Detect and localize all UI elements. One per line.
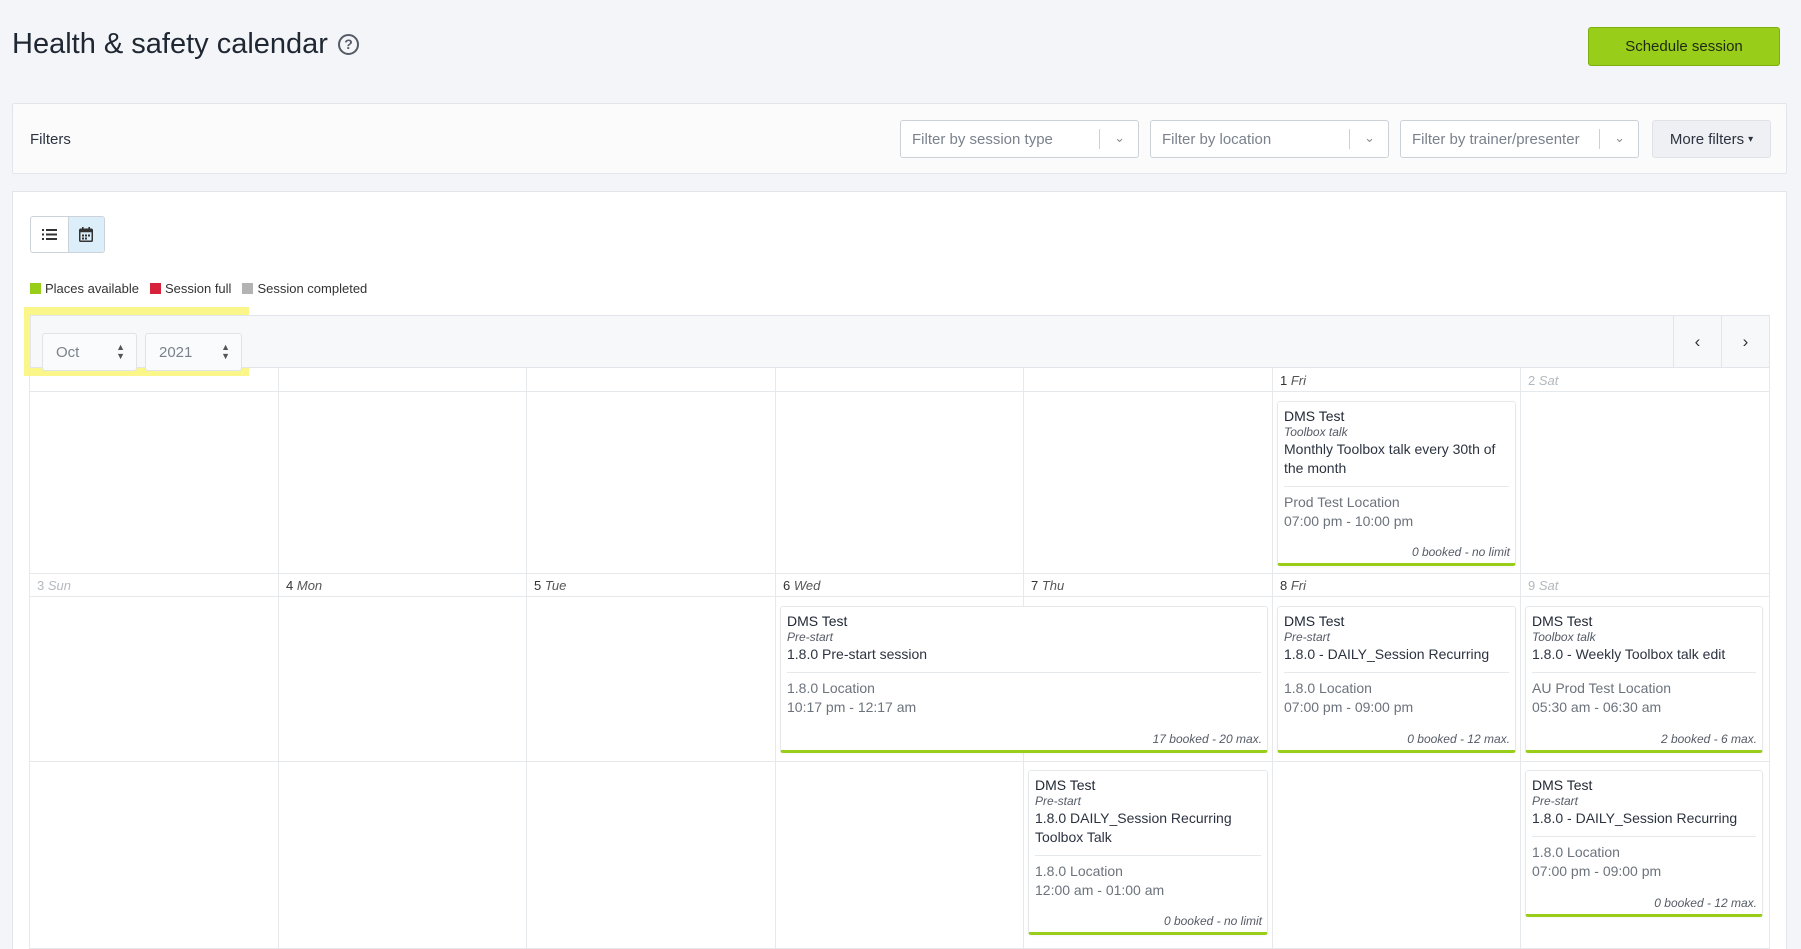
day-label-6[interactable]: 6 Wed [783,578,820,593]
month-select-value: Oct [56,343,80,361]
sort-arrows-icon: ▲ ▼ [221,342,230,361]
calendar-view-button[interactable] [67,217,104,252]
chevron-right-icon: › [1742,331,1749,351]
view-toggle [30,216,105,253]
day-label-8[interactable]: 8 Fri [1280,578,1306,593]
day-label-7[interactable]: 7 Thu [1031,578,1064,593]
trainer-filter-placeholder: Filter by trainer/presenter [1412,130,1580,148]
day-label-5[interactable]: 5 Tue [534,578,566,593]
session-name: 1.8.0 - DAILY_Session Recurring [1532,810,1738,826]
chevron-down-icon: ⌄ [1614,130,1625,145]
legend-session-completed: Session completed [242,281,367,296]
session-card[interactable]: DMS Test Toolbox talk 1.8.0 - Weekly Too… [1525,606,1763,753]
list-view-button[interactable] [31,217,68,252]
session-type: Pre-start [1532,794,1579,808]
sort-arrows-icon: ▲ ▼ [116,342,125,361]
session-time: 10:17 pm - 12:17 am [787,699,917,715]
legend-places-available: Places available [30,281,139,296]
prev-month-button[interactable]: ‹ [1673,316,1721,367]
month-select[interactable]: Oct ▲ ▼ [42,333,137,371]
session-name: Monthly Toolbox talk every 30th of the m… [1284,441,1496,476]
legend-swatch [242,283,254,294]
session-type-filter[interactable]: Filter by session type ⌄ [900,120,1139,158]
legend-swatch [149,283,161,294]
legend-session-full: Session full [149,281,231,296]
session-card[interactable]: DMS Test Pre-start 1.8.0 Pre-start sessi… [780,606,1268,753]
session-time: 07:00 pm - 09:00 pm [1532,863,1662,879]
session-booked: 17 booked - 20 max. [1152,732,1262,746]
session-type: Pre-start [787,630,834,644]
session-organisation: DMS Test [1035,777,1096,793]
session-name: 1.8.0 - Weekly Toolbox talk edit [1532,646,1726,662]
session-time: 12:00 am - 01:00 am [1035,882,1165,898]
session-location: 1.8.0 Location [1035,863,1123,879]
session-type: Toolbox talk [1532,630,1596,644]
day-label-2[interactable]: 2 Sat [1528,373,1558,388]
calendar-toolbar: Oct ▲ ▼ 2021 ▲ ▼ ‹ › [30,315,1770,371]
page-title-text: Health & safety calendar [12,28,328,60]
calendar-icon [79,227,94,242]
more-filters-button[interactable]: More filters ▾ [1652,120,1771,158]
session-location: 1.8.0 Location [1284,680,1372,696]
session-card[interactable]: DMS Test Pre-start 1.8.0 - DAILY_Session… [1525,770,1763,917]
session-organisation: DMS Test [787,613,848,629]
schedule-session-button[interactable]: Schedule session [1588,27,1780,66]
session-time: 07:00 pm - 10:00 pm [1284,513,1414,529]
year-select-value: 2021 [159,343,193,361]
chevron-down-icon: ⌄ [1364,130,1375,145]
session-booked: 0 booked - 12 max. [1407,732,1510,746]
session-organisation: DMS Test [1284,408,1345,424]
location-filter-placeholder: Filter by location [1162,130,1272,148]
filters-label: Filters [30,131,71,148]
session-booked: 0 booked - no limit [1411,545,1510,559]
session-time: 05:30 am - 06:30 am [1532,699,1662,715]
session-booked: 0 booked - 12 max. [1654,896,1757,910]
chevron-left-icon: ‹ [1694,331,1701,351]
session-name: 1.8.0 DAILY_Session Recurring Toolbox Ta… [1035,810,1232,845]
year-select[interactable]: 2021 ▲ ▼ [145,333,242,371]
session-booked: 0 booked - no limit [1163,914,1262,928]
session-organisation: DMS Test [1284,613,1345,629]
session-organisation: DMS Test [1532,613,1593,629]
legend-swatch [30,283,41,294]
day-label-4[interactable]: 4 Mon [286,578,322,593]
filters-panel: Filters Filter by session type ⌄ Filter … [12,103,1787,174]
page-title: Health & safety calendar ? [12,28,359,61]
session-type: Pre-start [1035,794,1082,808]
session-card[interactable]: DMS Test Pre-start 1.8.0 DAILY_Session R… [1028,770,1268,935]
caret-down-icon: ▾ [1748,133,1754,145]
session-card[interactable]: DMS Test Toolbox talk Monthly Toolbox ta… [1277,401,1516,566]
session-type-filter-placeholder: Filter by session type [912,130,1053,148]
session-location: 1.8.0 Location [787,680,875,696]
session-type: Pre-start [1284,630,1331,644]
list-icon [41,229,57,240]
session-name: 1.8.0 Pre-start session [787,646,928,662]
session-name: 1.8.0 - DAILY_Session Recurring [1284,646,1490,662]
chevron-down-icon: ⌄ [1114,130,1125,145]
location-filter[interactable]: Filter by location ⌄ [1150,120,1389,158]
session-type: Toolbox talk [1284,425,1348,439]
session-location: AU Prod Test Location [1532,680,1672,696]
question-circle-icon[interactable]: ? [337,34,359,55]
legend: Places available Session full Session co… [30,281,367,296]
session-card[interactable]: DMS Test Pre-start 1.8.0 - DAILY_Session… [1277,606,1516,753]
session-booked: 2 booked - 6 max. [1660,732,1757,746]
session-location: Prod Test Location [1284,494,1400,510]
session-time: 07:00 pm - 09:00 pm [1284,699,1414,715]
session-organisation: DMS Test [1532,777,1593,793]
more-filters-label: More filters [1669,130,1745,148]
day-label-9[interactable]: 9 Sat [1528,578,1558,593]
trainer-filter[interactable]: Filter by trainer/presenter ⌄ [1400,120,1639,158]
next-month-button[interactable]: › [1721,316,1769,367]
session-location: 1.8.0 Location [1532,844,1620,860]
day-label-3[interactable]: 3 Sun [37,578,71,593]
day-label-1[interactable]: 1 Fri [1280,373,1306,388]
